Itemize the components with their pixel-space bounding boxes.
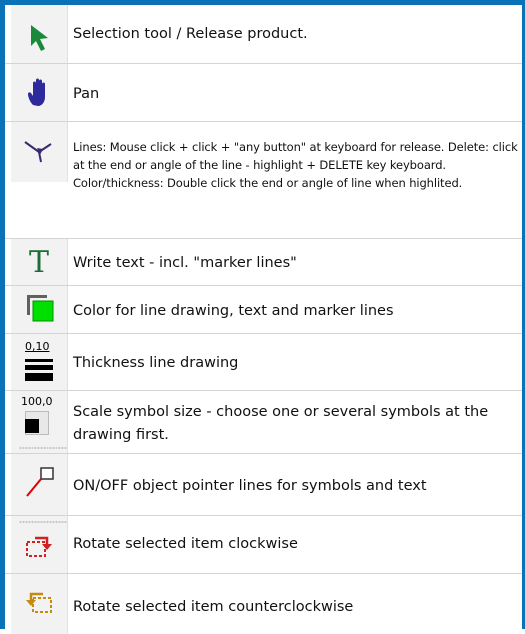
tool-label-pointer: ON/OFF object pointer lines for symbols … [73, 478, 427, 494]
tool-row-rotate-ccw[interactable]: Rotate selected item counterclockwise [5, 574, 522, 634]
line-draw-icon [24, 141, 52, 163]
rotate-clockwise-icon [26, 536, 52, 557]
thickness-value: 0,10 [25, 340, 50, 353]
scale-symbol-icon: 100,0 [19, 395, 63, 445]
tool-label-rotate-ccw: Rotate selected item counterclockwise [73, 599, 354, 615]
scale-value: 100,0 [21, 395, 53, 408]
tool-row-rotate-cw[interactable]: Rotate selected item clockwise [5, 516, 522, 574]
tool-label-color: Color for line drawing, text and marker … [73, 303, 394, 319]
tool-label-selection: Selection tool / Release product. [73, 26, 308, 42]
tool-row-text[interactable]: T Write text - incl. "marker lines" [5, 239, 522, 286]
tool-row-pointer[interactable]: ON/OFF object pointer lines for symbols … [5, 454, 522, 516]
tool-label-text: Write text - incl. "marker lines" [73, 255, 297, 271]
cursor-arrow-icon [31, 25, 48, 51]
tool-row-selection[interactable]: Selection tool / Release product. [5, 5, 522, 64]
line-thickness-icon: 0,10 [21, 340, 61, 384]
tool-label-lines: Lines: Mouse click + click + "any button… [73, 140, 518, 190]
tool-row-lines[interactable]: Lines: Mouse click + click + "any button… [5, 122, 522, 239]
rotate-counterclockwise-icon [26, 592, 52, 613]
tool-help-panel: Selection tool / Release product. Pan Li… [0, 0, 525, 634]
tool-row-color[interactable]: Color for line drawing, text and marker … [5, 286, 522, 334]
tool-row-thickness[interactable]: 0,10 Thickness line drawing [5, 334, 522, 391]
tool-label-rotate-cw: Rotate selected item clockwise [73, 536, 298, 552]
text-t-icon: T [29, 245, 49, 280]
svg-text:T: T [29, 245, 49, 280]
tool-label-thickness: Thickness line drawing [73, 355, 239, 371]
color-swatch-icon [27, 295, 54, 322]
tool-row-scale[interactable]: 100,0 Scale symbol size - choose one or … [5, 391, 522, 454]
pointer-line-icon [26, 467, 54, 497]
tool-label-pan: Pan [73, 86, 100, 102]
tool-row-pan[interactable]: Pan [5, 64, 522, 122]
tool-label-scale: Scale symbol size - choose one or severa… [73, 404, 489, 443]
hand-pan-icon [28, 78, 45, 106]
